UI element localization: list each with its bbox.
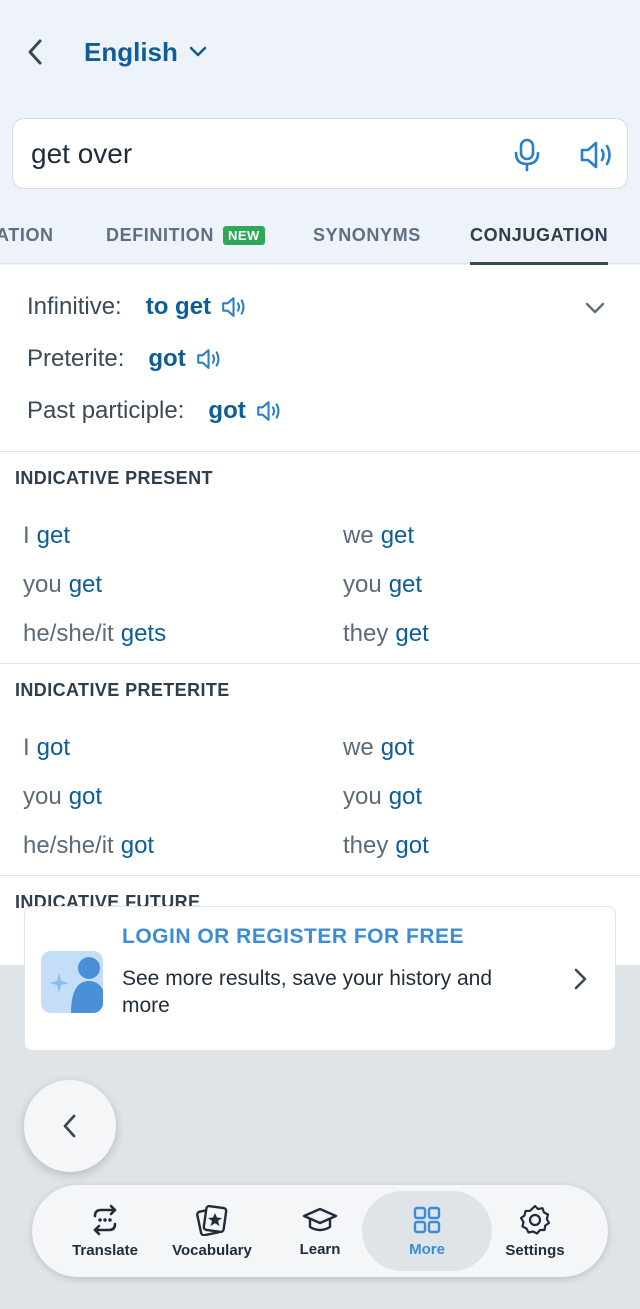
speaker-icon[interactable]	[221, 295, 249, 319]
section-title: INDICATIVE PRESENT	[15, 468, 213, 488]
speaker-button[interactable]	[575, 135, 621, 175]
bottom-navigation: Translate Vocabulary Learn More Settings	[32, 1185, 608, 1277]
tab-definition[interactable]: DEFINITION NEW	[106, 206, 265, 264]
preterite-value: got	[148, 345, 186, 372]
conjugation-item: he/she/it gets	[23, 620, 167, 647]
language-selector[interactable]: English	[84, 34, 208, 70]
nav-label: Translate	[72, 1241, 138, 1259]
app-header: English	[0, 0, 640, 108]
tab-bar: ATION DEFINITION NEW SYNONYMS CONJUGATIO…	[0, 206, 640, 265]
chevron-right-icon	[569, 963, 593, 995]
conjugation-item: we got	[343, 734, 415, 761]
tab-conjugation[interactable]: CONJUGATION	[470, 206, 609, 265]
conjugation-item: you got	[343, 783, 423, 810]
conjugation-item: he/she/it got	[23, 832, 155, 859]
infinitive-row: Infinitive: to get	[27, 287, 249, 327]
preterite-label: Preterite:	[27, 345, 125, 372]
nav-settings[interactable]: Settings	[470, 1191, 600, 1271]
login-title: LOGIN OR REGISTER FOR FREE	[122, 925, 465, 948]
speaker-icon	[580, 141, 611, 169]
vocabulary-cards-icon	[196, 1204, 228, 1236]
tab-label: SYNONYMS	[313, 224, 421, 245]
conjugation-item: they get	[343, 620, 429, 647]
microphone-button[interactable]	[507, 135, 547, 175]
search-box	[12, 118, 628, 189]
language-label: English	[84, 36, 178, 67]
speaker-icon[interactable]	[256, 399, 284, 423]
login-card[interactable]: LOGIN OR REGISTER FOR FREE See more resu…	[24, 906, 616, 1051]
microphone-icon	[514, 138, 540, 172]
chevron-left-icon	[63, 1114, 76, 1138]
grid-icon	[413, 1206, 441, 1233]
participle-label: Past participle:	[27, 397, 185, 424]
login-description: See more results, save your history and …	[122, 967, 493, 1017]
conjugation-item: they got	[343, 832, 429, 859]
nav-label: More	[409, 1240, 445, 1258]
speaker-icon[interactable]	[196, 347, 224, 371]
nav-label: Learn	[299, 1240, 341, 1258]
section-title: INDICATIVE PRETERITE	[15, 680, 230, 700]
chevron-down-icon[interactable]	[582, 295, 608, 321]
tab-label: ATION	[0, 224, 54, 245]
floating-back-button[interactable]	[24, 1080, 116, 1172]
tab-label: DEFINITION	[106, 224, 214, 245]
participle-value: got	[208, 397, 246, 424]
divider	[0, 663, 640, 664]
translate-icon	[93, 1204, 117, 1235]
graduation-cap-icon	[302, 1207, 338, 1231]
conjugation-item: you got	[23, 783, 103, 810]
back-button[interactable]	[20, 34, 50, 70]
chevron-down-icon	[189, 46, 207, 57]
divider	[0, 875, 640, 876]
tab-label: CONJUGATION	[470, 224, 609, 245]
tab-synonyms[interactable]: SYNONYMS	[313, 206, 421, 264]
search-input[interactable]	[31, 133, 491, 175]
nav-label: Settings	[505, 1241, 565, 1259]
tab-translation[interactable]: ATION	[0, 206, 54, 264]
new-badge: NEW	[223, 225, 265, 245]
chevron-left-icon	[28, 39, 42, 65]
conjugation-item: you get	[23, 571, 103, 598]
conjugation-content: Infinitive: to get Preterite: got Past p…	[0, 265, 640, 965]
infinitive-label: Infinitive:	[27, 293, 122, 320]
conjugation-item: we get	[343, 522, 415, 549]
infinitive-value: to get	[145, 293, 212, 320]
gear-icon	[519, 1204, 551, 1235]
user-sparkle-icon	[41, 951, 103, 1013]
conjugation-item: you get	[343, 571, 423, 598]
nav-label: Vocabulary	[172, 1241, 252, 1259]
conjugation-item: Igot	[23, 734, 71, 761]
conjugation-item: Iget	[23, 522, 71, 549]
preterite-row: Preterite: got	[27, 339, 224, 379]
divider	[0, 451, 640, 452]
participle-row: Past participle: got	[27, 391, 284, 431]
